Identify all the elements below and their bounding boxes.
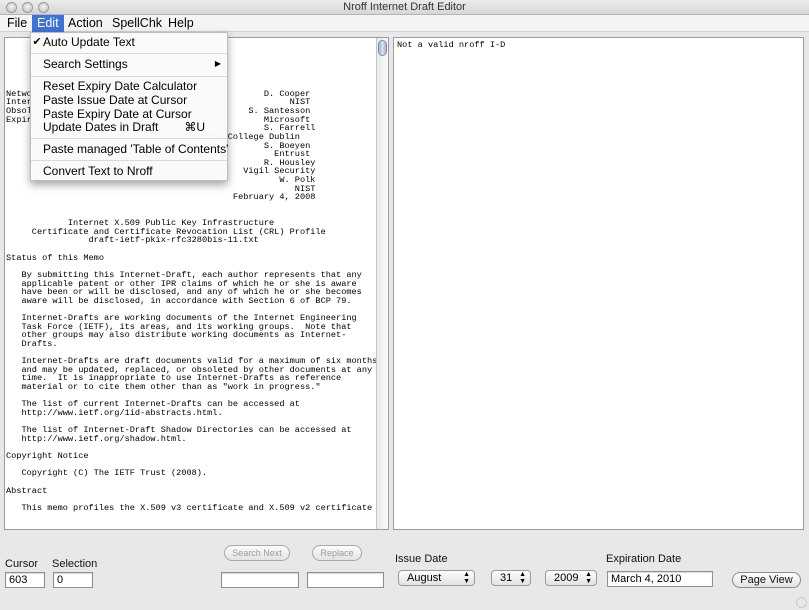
status-toolbar: Cursor 603 Selection 0 Search Next Repla…: [0, 534, 809, 610]
text-line: [6, 512, 376, 521]
text-line: [6, 521, 376, 529]
menu-bar: File Edit Action SpellChk Help: [0, 15, 809, 32]
menu-item-auto-update-text[interactable]: ✔ Auto Update Text: [31, 35, 227, 49]
up-down-arrows-icon: ▲ ▼: [463, 571, 470, 585]
issue-year-value: 2009: [554, 572, 579, 584]
menu-edit[interactable]: Edit: [32, 15, 64, 32]
up-down-arrows-icon: ▲ ▼: [585, 571, 592, 585]
issue-day-select[interactable]: 31 ▲ ▼: [491, 570, 531, 586]
menu-separator: [31, 138, 227, 139]
menu-item-paste-toc[interactable]: Paste managed 'Table of Contents': [31, 142, 229, 156]
menu-file[interactable]: File: [2, 15, 32, 32]
checkmark-icon: ✔: [32, 36, 42, 48]
search-next-button[interactable]: Search Next: [224, 545, 290, 561]
selection-field[interactable]: 0: [53, 572, 93, 588]
selection-label: Selection: [52, 558, 98, 570]
menu-item-search-settings[interactable]: Search Settings ▶: [31, 57, 227, 71]
cursor-label: Cursor: [5, 558, 39, 570]
issue-day-value: 31: [500, 572, 513, 584]
title-bar: Nroff Internet Draft Editor: [0, 0, 809, 15]
text-line: material or to cite them other than as "…: [6, 382, 321, 392]
replace-button[interactable]: Replace: [312, 545, 362, 561]
window-title: Nroff Internet Draft Editor: [343, 1, 466, 13]
text-line: Abstract: [6, 485, 48, 496]
menu-item-label: Convert Text to Nroff: [43, 164, 153, 178]
menu-item-paste-issue-date[interactable]: Paste Issue Date at Cursor: [31, 93, 227, 107]
menu-item-label: Auto Update Text: [43, 35, 135, 49]
menu-item-label: Paste managed 'Table of Contents': [43, 142, 229, 156]
preview-pane[interactable]: Not a valid nroff I-D: [393, 37, 804, 530]
text-line: Drafts.: [6, 338, 58, 349]
cursor-field[interactable]: 603: [5, 572, 45, 588]
menu-separator: [31, 53, 227, 54]
menu-item-update-dates[interactable]: Update Dates in Draft ⌘U: [31, 120, 227, 134]
text-line: other groups may also distribute working…: [6, 330, 347, 341]
issue-month-value: August: [407, 572, 442, 584]
text-line: aware will be disclosed, in accordance w…: [6, 295, 352, 306]
menu-item-label: Search Settings: [43, 57, 128, 71]
scrollbar-thumb[interactable]: [378, 40, 387, 56]
text-line: [6, 478, 376, 487]
search-input[interactable]: [221, 572, 299, 588]
replace-input[interactable]: [307, 572, 384, 588]
submenu-arrow-icon: ▶: [214, 59, 221, 68]
up-down-arrows-icon: ▲ ▼: [519, 571, 526, 585]
issue-date-label: Issue Date: [395, 553, 448, 565]
text-line: http://www.ietf.org/1id-abstracts.html.: [6, 407, 223, 418]
menu-item-label: Paste Issue Date at Cursor: [43, 93, 188, 107]
text-line: Status of this Memo: [6, 252, 104, 263]
menu-item-label: Update Dates in Draft: [43, 120, 159, 134]
expiration-date-label: Expiration Date: [606, 553, 682, 565]
text-line: February 4, 2008: [6, 192, 316, 203]
menu-item-reset-expiry[interactable]: Reset Expiry Date Calculator: [31, 79, 227, 93]
issue-month-select[interactable]: August ▲ ▼: [398, 570, 475, 586]
expiration-date-field[interactable]: March 4, 2010: [607, 571, 713, 587]
text-line: http://www.ietf.org/shadow.html.: [6, 433, 187, 444]
menu-item-label: Paste Expiry Date at Cursor: [43, 107, 192, 121]
resize-grip-icon[interactable]: [796, 597, 807, 608]
text-line: [6, 202, 376, 211]
menu-action[interactable]: Action: [63, 15, 108, 32]
menu-separator: [31, 76, 227, 77]
menu-item-convert-to-nroff[interactable]: Convert Text to Nroff: [31, 164, 227, 178]
keyboard-shortcut: ⌘U: [184, 120, 205, 134]
menu-help[interactable]: Help: [163, 15, 199, 32]
app-window: Nroff Internet Draft Editor File Edit Ac…: [0, 0, 809, 610]
editor-scrollbar[interactable]: [376, 38, 388, 529]
text-line: draft-ietf-pkix-rfc3280bis-11.txt: [6, 235, 259, 246]
preview-message: Not a valid nroff I-D: [397, 40, 506, 50]
page-view-button[interactable]: Page View: [732, 572, 801, 588]
text-line: Copyright (C) The IETF Trust (2008).: [6, 468, 208, 479]
menu-item-paste-expiry-date[interactable]: Paste Expiry Date at Cursor: [31, 107, 227, 121]
issue-year-select[interactable]: 2009 ▲ ▼: [545, 570, 597, 586]
text-line: This memo profiles the X.509 v3 certific…: [6, 502, 373, 513]
text-line: Copyright Notice: [6, 451, 89, 461]
menu-spellchk[interactable]: SpellChk: [107, 15, 167, 32]
menu-item-label: Reset Expiry Date Calculator: [43, 79, 198, 93]
menu-separator: [31, 160, 227, 161]
edit-menu-dropdown: ✔ Auto Update Text Search Settings ▶ Res…: [30, 32, 228, 181]
